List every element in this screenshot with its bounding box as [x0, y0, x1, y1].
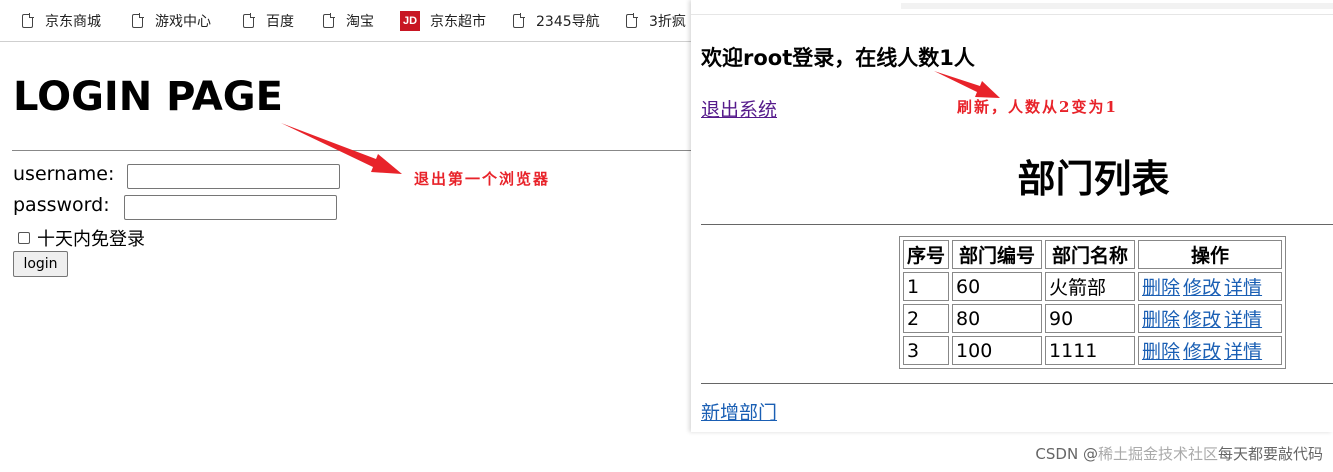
titlebar-strip — [901, 3, 1333, 9]
cell-dept-name: 火箭部 — [1045, 272, 1136, 301]
login-button[interactable]: login — [13, 251, 68, 277]
dept-list-title: 部门列表 — [1017, 157, 1170, 201]
cell-index: 2 — [903, 304, 950, 333]
username-label: username: — [13, 163, 115, 185]
page-icon — [243, 13, 255, 28]
table-row: 1 60 火箭部 删除 修改 详情 — [903, 272, 1283, 301]
bookmark-label: 3折疯 — [649, 13, 686, 30]
edit-link[interactable]: 修改 — [1183, 277, 1221, 299]
bookmark-label: 游戏中心 — [155, 13, 211, 30]
bookmarks-bar: 京东商城 游戏中心 百度 淘宝 JD 京东超市 2345导航 3折疯 — [0, 0, 691, 42]
page-icon — [323, 13, 335, 28]
delete-link[interactable]: 删除 — [1142, 309, 1180, 331]
bookmark-label: 2345导航 — [536, 13, 600, 30]
cell-index: 3 — [903, 336, 950, 365]
jd-logo-icon: JD — [400, 10, 420, 31]
page-icon — [132, 13, 144, 28]
bookmark-item[interactable]: 游戏中心 — [132, 0, 211, 41]
table-row: 2 80 90 删除 修改 详情 — [903, 304, 1283, 333]
page-title: LOGIN PAGE — [13, 74, 283, 120]
bookmark-item[interactable]: 淘宝 — [323, 0, 374, 41]
page-icon — [626, 13, 638, 28]
bookmark-item[interactable]: 3折疯 — [626, 0, 686, 41]
bookmark-item[interactable]: 2345导航 — [513, 0, 600, 41]
dept-table: 序号 部门编号 部门名称 操作 1 60 火箭部 删除 修改 详情 2 80 90 … — [899, 236, 1287, 369]
cell-actions: 删除 修改 详情 — [1138, 304, 1283, 333]
cell-index: 1 — [903, 272, 950, 301]
page-icon — [22, 13, 34, 28]
divider — [701, 224, 1333, 225]
username-field[interactable] — [127, 164, 340, 189]
bookmark-item[interactable]: 百度 — [243, 0, 294, 41]
watermark-csdn: CSDN @ — [1035, 445, 1098, 463]
cell-dept-name: 90 — [1045, 304, 1136, 333]
password-field[interactable] — [124, 195, 337, 220]
bookmark-label: 京东商城 — [45, 13, 101, 30]
welcome-message: 欢迎root登录，在线人数1人 — [701, 46, 975, 70]
annotation-exit-first-browser: 退出第一个浏览器 — [414, 170, 551, 188]
watermark: CSDN @稀土掘金技术社区每天都要敲代码 — [1035, 443, 1323, 464]
bookmark-label: 淘宝 — [346, 13, 374, 30]
annotation-refresh-count: 刷新，人数从2变为1 — [957, 98, 1118, 116]
column-header: 部门名称 — [1045, 240, 1136, 269]
table-header-row: 序号 部门编号 部门名称 操作 — [903, 240, 1283, 269]
column-header: 部门编号 — [952, 240, 1043, 269]
bookmark-item[interactable]: 京东商城 — [22, 0, 101, 41]
cell-dept-name: 1111 — [1045, 336, 1136, 365]
divider — [701, 383, 1333, 384]
detail-link[interactable]: 详情 — [1224, 309, 1262, 331]
cell-actions: 删除 修改 详情 — [1138, 272, 1283, 301]
cell-actions: 删除 修改 详情 — [1138, 336, 1283, 365]
cell-dept-no: 100 — [952, 336, 1043, 365]
logout-link[interactable]: 退出系统 — [701, 95, 777, 122]
delete-link[interactable]: 删除 — [1142, 341, 1180, 363]
watermark-juejin: 稀土掘金技术社区 — [1097, 445, 1218, 463]
detail-link[interactable]: 详情 — [1224, 277, 1262, 299]
bookmark-item[interactable]: JD 京东超市 — [400, 0, 486, 41]
cell-dept-no: 80 — [952, 304, 1043, 333]
window-top-edge — [691, 0, 1333, 15]
edit-link[interactable]: 修改 — [1183, 309, 1221, 331]
bookmark-label: 百度 — [266, 13, 294, 30]
right-browser-window: 欢迎root登录，在线人数1人 退出系统 部门列表 序号 部门编号 部门名称 操… — [691, 0, 1333, 432]
left-browser-window: 京东商城 游戏中心 百度 淘宝 JD 京东超市 2345导航 3折疯 LOGIN… — [0, 0, 691, 432]
column-header: 操作 — [1138, 240, 1283, 269]
watermark-author: 每天都要敲代码 — [1217, 445, 1323, 463]
page-icon — [513, 13, 525, 28]
cell-dept-no: 60 — [952, 272, 1043, 301]
remember-me-option[interactable]: 十天内免登录 — [18, 225, 145, 251]
table-row: 3 100 1111 删除 修改 详情 — [903, 336, 1283, 365]
delete-link[interactable]: 删除 — [1142, 277, 1180, 299]
edit-link[interactable]: 修改 — [1183, 341, 1221, 363]
remember-checkbox[interactable] — [18, 232, 30, 244]
column-header: 序号 — [903, 240, 950, 269]
detail-link[interactable]: 详情 — [1224, 341, 1262, 363]
password-label: password: — [13, 194, 110, 216]
divider — [12, 150, 691, 151]
remember-label: 十天内免登录 — [37, 229, 145, 250]
bookmark-label: 京东超市 — [430, 13, 486, 30]
add-dept-link[interactable]: 新增部门 — [701, 398, 777, 425]
